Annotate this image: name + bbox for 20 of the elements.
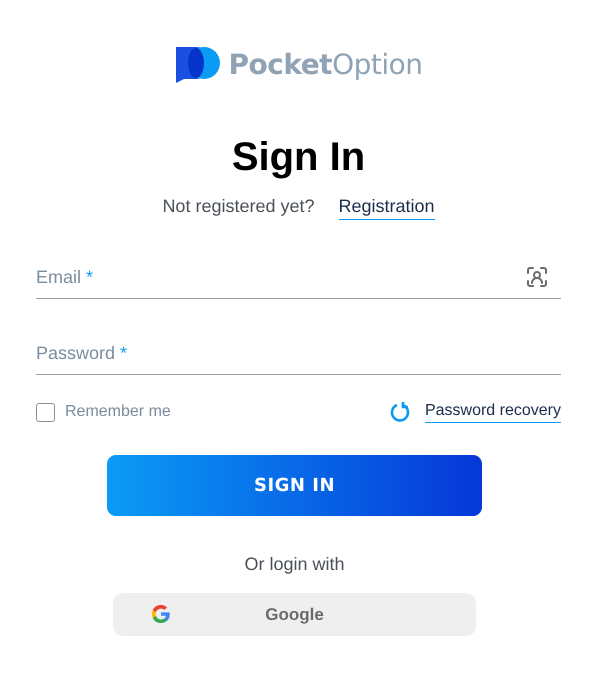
logo-text: PocketOption <box>228 48 423 80</box>
alt-login-prompt: Or login with <box>244 554 345 575</box>
password-recovery-link[interactable]: Password recovery <box>424 402 561 422</box>
field-label: Password <box>36 342 116 364</box>
registration-link[interactable]: Registration <box>338 196 435 220</box>
refresh-icon <box>388 401 411 423</box>
sign-in-button[interactable]: SIGN IN <box>107 455 482 516</box>
email-field[interactable]: Email * <box>36 256 561 299</box>
remember-label: Remember me <box>65 403 171 421</box>
google-icon <box>151 604 171 624</box>
remember-checkbox[interactable] <box>36 402 55 422</box>
google-login-button[interactable]: Google <box>113 593 476 636</box>
register-prompt: Not registered yet? <box>162 196 315 217</box>
password-field[interactable]: Password * <box>36 332 561 375</box>
field-label: Email <box>36 266 82 288</box>
page-title: Sign In <box>232 134 366 180</box>
required-mark: * <box>120 342 128 364</box>
logo-icon <box>174 45 220 83</box>
required-mark: * <box>86 266 94 288</box>
face-scan-icon <box>525 265 549 289</box>
